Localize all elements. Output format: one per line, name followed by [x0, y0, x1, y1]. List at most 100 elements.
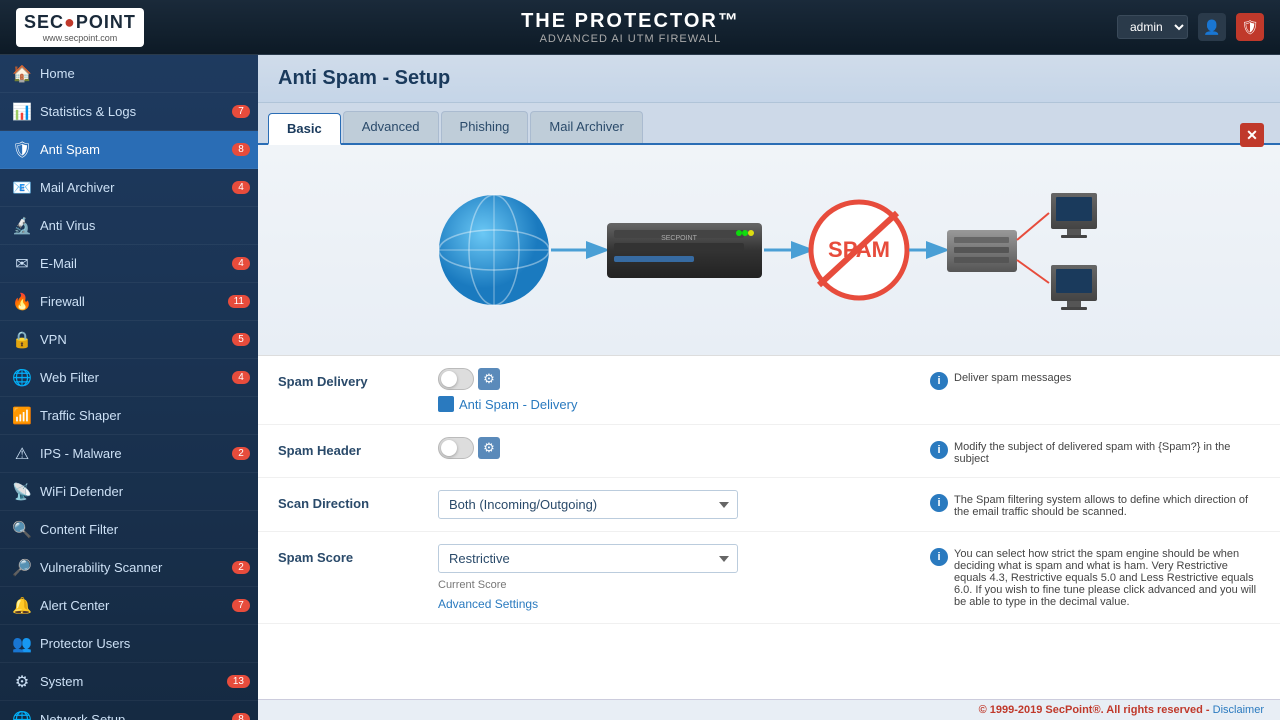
sidebar-item-alert-center[interactable]: 🔔 Alert Center 7 — [0, 587, 258, 625]
sidebar-item-protector-users[interactable]: 👥 Protector Users — [0, 625, 258, 663]
sidebar-item-label: System — [40, 674, 246, 689]
sidebar-item-content-filter[interactable]: 🔍 Content Filter — [0, 511, 258, 549]
tab-phishing[interactable]: Phishing — [441, 111, 529, 143]
spam-delivery-control: ⚙ Anti Spam - Delivery — [438, 368, 910, 412]
footer: © 1999-2019 SecPoint®. All rights reserv… — [258, 699, 1280, 720]
sidebar-item-web-filter[interactable]: 🌐 Web Filter 4 — [0, 359, 258, 397]
sidebar-item-label: VPN — [40, 332, 246, 347]
sidebar-item-label: Alert Center — [40, 598, 246, 613]
tab-advanced[interactable]: Advanced — [343, 111, 439, 143]
header-dropdown[interactable]: admin — [1117, 15, 1188, 39]
diagram-svg: SECPOINT SPAM — [429, 165, 1109, 335]
sidebar-item-label: Statistics & Logs — [40, 104, 246, 119]
sidebar-item-label: E-Mail — [40, 256, 246, 271]
main-layout: 🏠 Home 📊 Statistics & Logs 7 🛡 Anti Spam… — [0, 55, 1280, 720]
alert-icon: 🔔 — [12, 596, 32, 616]
tab-mail-archiver[interactable]: Mail Archiver — [530, 111, 642, 143]
sidebar-item-mail-archiver[interactable]: 📧 Mail Archiver 4 — [0, 169, 258, 207]
sidebar-item-label: Web Filter — [40, 370, 246, 385]
spam-header-gear[interactable]: ⚙ — [478, 437, 500, 459]
sidebar-item-vpn[interactable]: 🔒 VPN 5 — [0, 321, 258, 359]
vpn-badge: 5 — [232, 333, 250, 346]
system-badge: 13 — [227, 675, 250, 688]
current-score-label: Current Score — [438, 579, 910, 591]
email-badge: 4 — [232, 257, 250, 270]
spam-delivery-help-text: Deliver spam messages — [954, 372, 1071, 384]
scan-direction-select[interactable]: Both (Incoming/Outgoing) Incoming Only O… — [438, 490, 738, 519]
spam-delivery-row: Spam Delivery ⚙ Anti Spam - Delivery i D… — [258, 356, 1280, 425]
sidebar-item-traffic-shaper[interactable]: 📶 Traffic Shaper — [0, 397, 258, 435]
product-subtitle: ADVANCED AI UTM FIREWALL — [521, 33, 740, 45]
alert-badge: 7 — [232, 599, 250, 612]
delivery-link-icon — [438, 396, 454, 412]
sidebar-item-anti-virus[interactable]: 🔬 Anti Virus — [0, 207, 258, 245]
sidebar-item-label: Home — [40, 66, 246, 81]
scan-direction-help: i The Spam filtering system allows to de… — [910, 490, 1260, 518]
logo-area: SEC●POINT www.secpoint.com — [16, 8, 144, 47]
sidebar: 🏠 Home 📊 Statistics & Logs 7 🛡 Anti Spam… — [0, 55, 258, 720]
scan-direction-control: Both (Incoming/Outgoing) Incoming Only O… — [438, 490, 910, 519]
antispam-badge: 8 — [232, 143, 250, 156]
spam-header-toggle[interactable] — [438, 437, 474, 459]
sidebar-item-network-setup[interactable]: 🌐 Network Setup 8 — [0, 701, 258, 720]
vpn-icon: 🔒 — [12, 330, 32, 350]
delivery-link-text: Anti Spam - Delivery — [459, 397, 577, 412]
close-button[interactable]: ✕ — [1240, 123, 1264, 147]
spam-header-control: ⚙ — [438, 437, 910, 459]
sidebar-item-label: Network Setup — [40, 712, 246, 720]
tab-basic[interactable]: Basic — [268, 113, 341, 145]
form-content: SECPOINT SPAM — [258, 145, 1280, 699]
spam-score-help-text: You can select how strict the spam engin… — [954, 548, 1260, 608]
spam-score-info-icon: i — [930, 548, 948, 566]
content-area: Anti Spam - Setup ✕ Basic Advanced Phish… — [258, 55, 1280, 720]
spam-header-row: Spam Header ⚙ i Modify the subject of de… — [258, 425, 1280, 478]
firewall-icon: 🔥 — [12, 292, 32, 312]
sidebar-item-email[interactable]: ✉ E-Mail 4 — [0, 245, 258, 283]
sidebar-item-label: WiFi Defender — [40, 484, 246, 499]
webfilter-icon: 🌐 — [12, 368, 32, 388]
network-badge: 8 — [232, 713, 250, 720]
mail-archiver-badge: 4 — [232, 181, 250, 194]
advanced-settings-link[interactable]: Advanced Settings — [438, 597, 910, 611]
page-header: Anti Spam - Setup — [258, 55, 1280, 103]
anti-spam-delivery-link[interactable]: Anti Spam - Delivery — [438, 396, 910, 412]
sidebar-item-label: Vulnerability Scanner — [40, 560, 246, 575]
sidebar-item-label: Content Filter — [40, 522, 246, 537]
sidebar-item-firewall[interactable]: 🔥 Firewall 11 — [0, 283, 258, 321]
sidebar-item-label: IPS - Malware — [40, 446, 246, 461]
sidebar-item-home[interactable]: 🏠 Home — [0, 55, 258, 93]
spam-score-row: Spam Score Very Restrictive Restrictive … — [258, 532, 1280, 624]
system-icon: ⚙ — [12, 672, 32, 692]
spam-delivery-help: i Deliver spam messages — [910, 368, 1260, 390]
svg-text:SECPOINT: SECPOINT — [661, 235, 698, 242]
sidebar-item-wifi-defender[interactable]: 📡 WiFi Defender — [0, 473, 258, 511]
spam-score-control: Very Restrictive Restrictive Less Restri… — [438, 544, 910, 611]
scan-direction-help-text: The Spam filtering system allows to defi… — [954, 494, 1260, 518]
sidebar-item-vulnerability-scanner[interactable]: 🔎 Vulnerability Scanner 2 — [0, 549, 258, 587]
sidebar-item-system[interactable]: ⚙ System 13 — [0, 663, 258, 701]
vulnerability-icon: 🔎 — [12, 558, 32, 578]
logo-url: www.secpoint.com — [43, 33, 118, 43]
sidebar-item-anti-spam[interactable]: 🛡 Anti Spam 8 — [0, 131, 258, 169]
sidebar-item-statistics-logs[interactable]: 📊 Statistics & Logs 7 — [0, 93, 258, 131]
spam-header-help: i Modify the subject of delivered spam w… — [910, 437, 1260, 465]
spam-delivery-info-icon: i — [930, 372, 948, 390]
webfilter-badge: 4 — [232, 371, 250, 384]
shield-icon[interactable]: 🛡 — [1236, 13, 1264, 41]
logo-box: SEC●POINT www.secpoint.com — [16, 8, 144, 47]
spam-delivery-toggle[interactable] — [438, 368, 474, 390]
spam-delivery-label: Spam Delivery — [278, 368, 438, 389]
sidebar-item-ips-malware[interactable]: ⚠ IPS - Malware 2 — [0, 435, 258, 473]
spam-score-select[interactable]: Very Restrictive Restrictive Less Restri… — [438, 544, 738, 573]
mail-archiver-icon: 📧 — [12, 178, 32, 198]
spam-delivery-toggle-wrap: ⚙ — [438, 368, 910, 390]
disclaimer-link[interactable]: Disclaimer — [1213, 704, 1264, 716]
wifi-icon: 📡 — [12, 482, 32, 502]
spam-delivery-gear[interactable]: ⚙ — [478, 368, 500, 390]
spam-score-label: Spam Score — [278, 544, 438, 565]
ips-icon: ⚠ — [12, 444, 32, 464]
user-icon[interactable]: 👤 — [1198, 13, 1226, 41]
antispam-icon: 🛡 — [12, 140, 32, 160]
sidebar-item-label: Anti Spam — [40, 142, 246, 157]
spam-header-toggle-wrap: ⚙ — [438, 437, 910, 459]
